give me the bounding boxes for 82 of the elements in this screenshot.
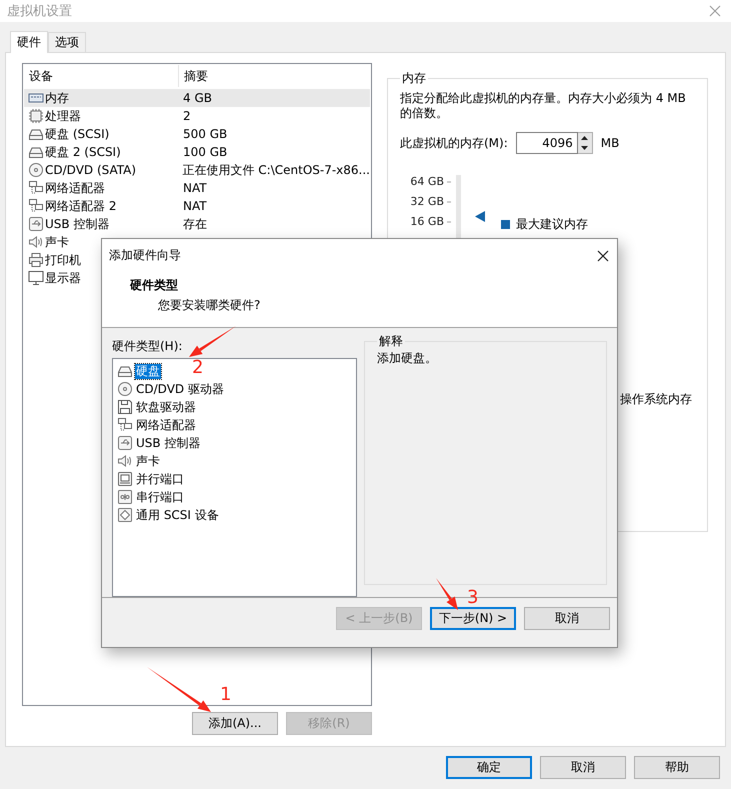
speaker-icon: [117, 453, 133, 469]
decrement-button[interactable]: [578, 143, 592, 153]
step-heading: 硬件类型: [130, 277, 179, 294]
device-summary: 4 GB: [182, 90, 212, 107]
field-label: 此虚拟机的内存(M):: [400, 134, 508, 152]
list-item[interactable]: USB 控制器: [135, 436, 202, 450]
close-icon[interactable]: [597, 250, 609, 262]
selected-row[interactable]: 内存 4 GB: [24, 89, 370, 107]
device-summary: NAT: [182, 180, 207, 197]
scale-label: 32 GB: [410, 195, 444, 209]
step-number: 3: [467, 589, 478, 607]
step-number: 1: [220, 686, 232, 704]
group-title: 解释: [378, 333, 404, 350]
printer-icon: [28, 252, 44, 268]
window-title: 虚拟机设置: [7, 3, 72, 20]
network-icon: [117, 417, 133, 433]
button[interactable]: 下一步(N) >: [430, 607, 516, 630]
column-header[interactable]: 摘要: [179, 65, 370, 87]
device-name: 处理器: [45, 108, 81, 125]
list-item[interactable]: 串行端口: [135, 490, 185, 504]
device-summary: 100 GB: [182, 144, 228, 161]
button[interactable]: 帮助: [634, 756, 720, 779]
device-summary: 2: [182, 108, 191, 125]
device-summary: NAT: [182, 198, 207, 215]
network-icon: [28, 180, 44, 196]
button[interactable]: 取消: [540, 756, 626, 779]
monitor-icon: [28, 270, 44, 286]
disc-icon: [117, 381, 133, 397]
group-title: 内存: [401, 70, 427, 87]
device-name: CD/DVD (SATA): [45, 162, 136, 179]
device-name: 硬盘 (SCSI): [45, 126, 110, 143]
port-icon: [117, 489, 133, 505]
tab[interactable]: 选项: [48, 32, 86, 52]
scale-label: 16 GB: [410, 215, 444, 229]
disc-icon: [28, 162, 44, 178]
device-name: 显示器: [45, 270, 81, 287]
device-summary: 存在: [182, 216, 207, 233]
device-name: 硬盘 2 (SCSI): [45, 144, 121, 161]
button[interactable]: 添加(A)...: [192, 712, 278, 735]
unit-label: MB: [600, 136, 620, 150]
step-subheading: 您要安装哪类硬件?: [158, 297, 262, 314]
description-text: 指定分配给此虚拟机的内存量。内存大小必须为 4 MB 的倍数。: [400, 91, 687, 121]
device-name: 网络适配器: [45, 180, 105, 197]
chip-icon: [28, 108, 44, 124]
button[interactable]: 取消: [524, 607, 610, 630]
network-icon: [28, 198, 44, 214]
number-field[interactable]: 4096: [516, 132, 578, 154]
legend-square-icon: [501, 220, 510, 228]
list-item[interactable]: 网络适配器: [135, 418, 197, 432]
device-name: 内存: [45, 90, 69, 107]
device-summary: 500 GB: [182, 126, 228, 143]
legend-label: 操作系统内存: [620, 391, 693, 408]
list-item[interactable]: 声卡: [135, 454, 161, 468]
port-icon: [117, 471, 133, 487]
legend-label: 最大建议内存: [516, 217, 588, 231]
increment-button[interactable]: [578, 133, 592, 143]
floppy-icon: [117, 399, 133, 415]
explanation-text: 添加硬盘。: [377, 350, 438, 367]
list-label: 硬件类型(H):: [112, 339, 184, 353]
caret-down-icon: [581, 146, 588, 150]
device-name: 声卡: [45, 234, 69, 251]
diamond-icon: [117, 507, 133, 523]
scale-label: 64 GB: [410, 175, 444, 189]
device-name: 打印机: [45, 252, 81, 269]
list-item[interactable]: 硬盘: [135, 364, 161, 378]
tab[interactable]: 硬件: [10, 31, 48, 53]
speaker-icon: [28, 234, 44, 250]
device-summary: 正在使用文件 C:\CentOS-7-x86...: [181, 162, 370, 179]
column-header[interactable]: 设备: [24, 65, 179, 87]
usb-icon: [117, 435, 133, 451]
list-item[interactable]: 通用 SCSI 设备: [135, 508, 220, 522]
button[interactable]: 确定: [446, 756, 532, 779]
list-item[interactable]: 软盘驱动器: [135, 400, 197, 414]
dialog-title: 添加硬件向导: [109, 247, 181, 264]
device-name: USB 控制器: [45, 216, 110, 233]
device-name: 网络适配器 2: [45, 198, 116, 215]
list-item[interactable]: CD/DVD 驱动器: [135, 382, 225, 396]
step-number: 2: [192, 359, 204, 377]
usb-icon: [28, 216, 44, 232]
marker-icon: [475, 211, 485, 222]
list-item[interactable]: 并行端口: [135, 472, 185, 486]
caret-up-icon: [581, 136, 588, 140]
